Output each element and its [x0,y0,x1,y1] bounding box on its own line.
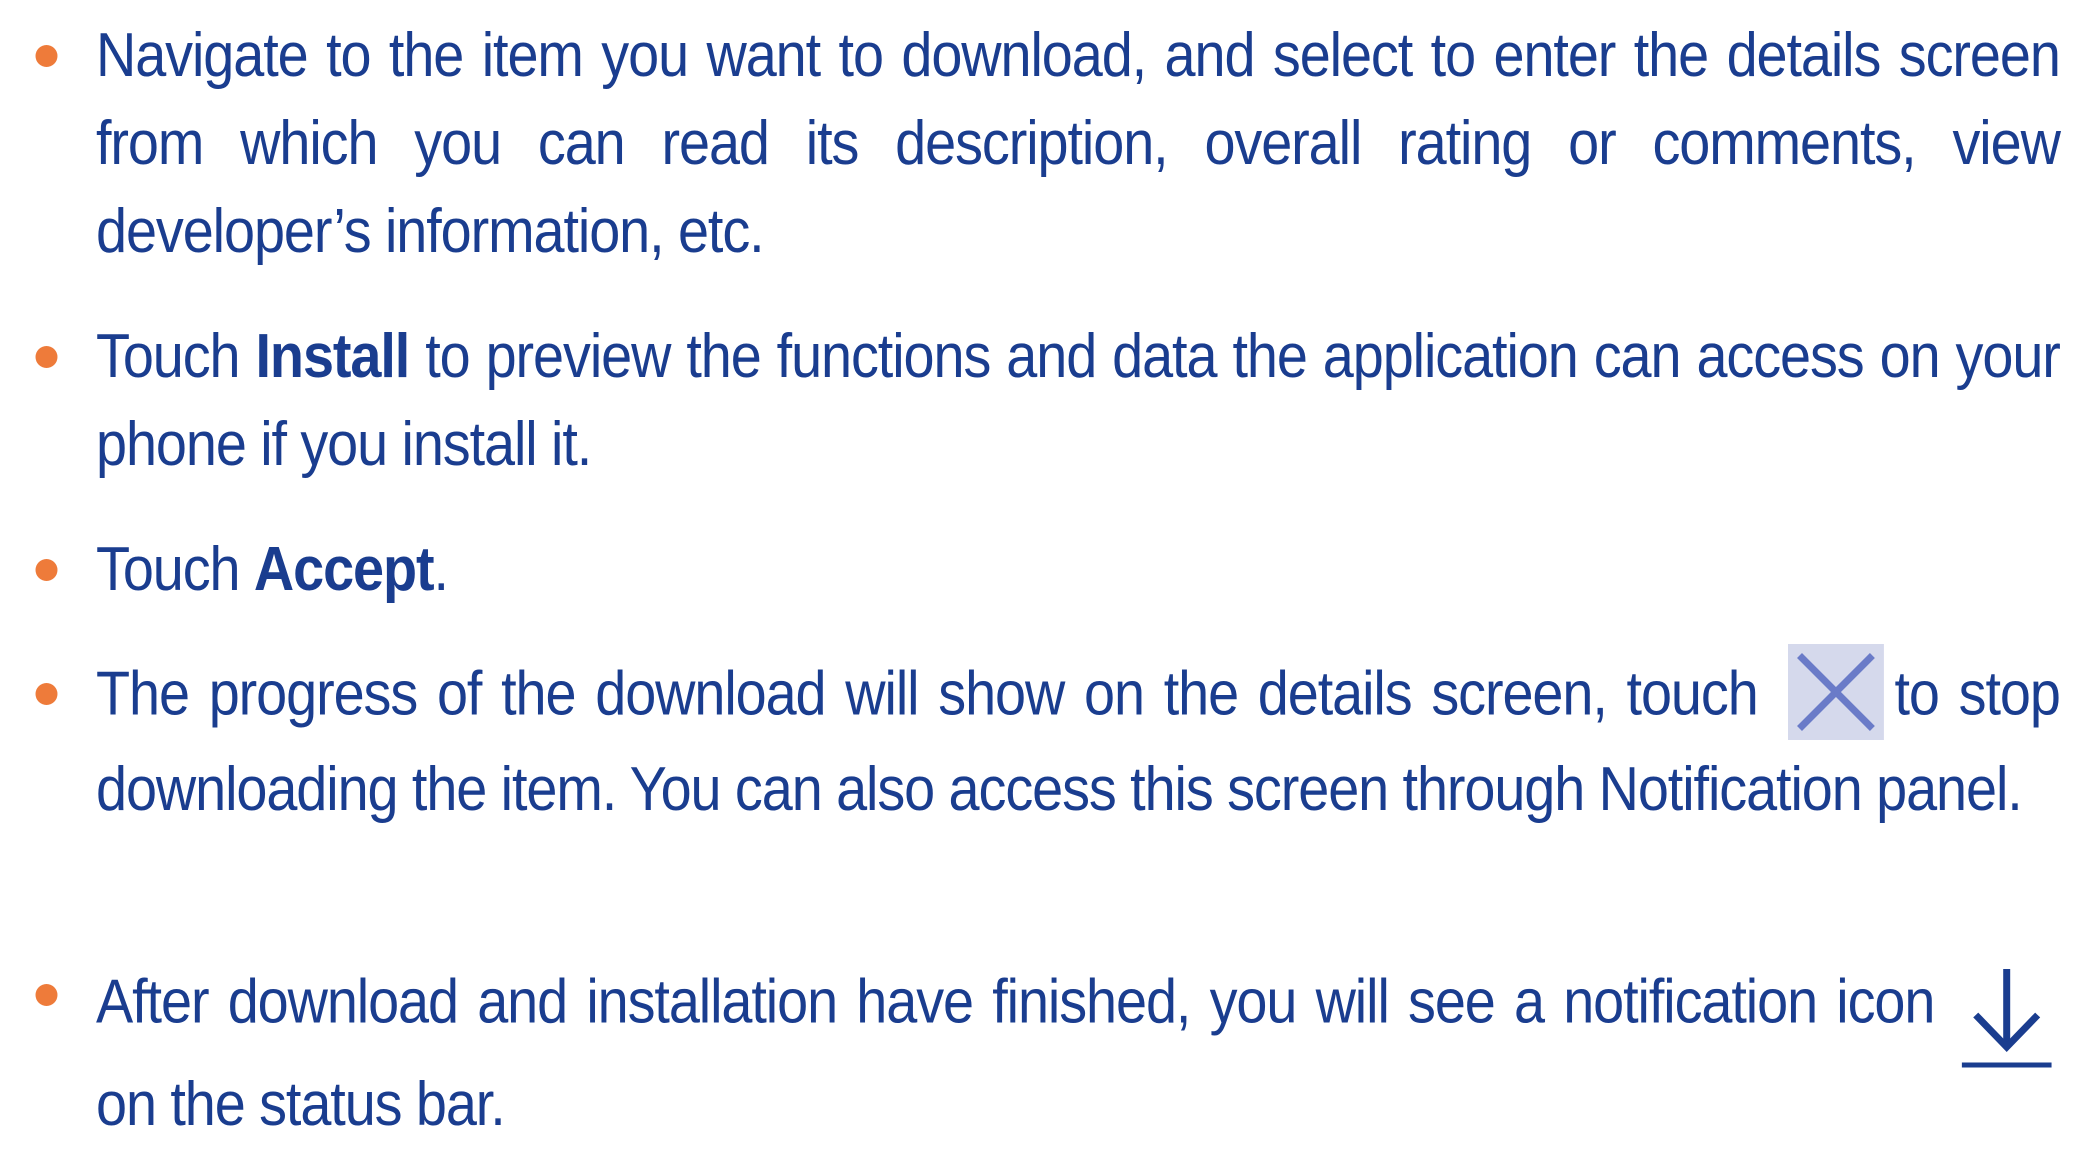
list-item: Navigate to the item you want to downloa… [35,12,2061,276]
item-text-pre: Touch [96,535,254,604]
accept-label: Accept [253,535,435,604]
list-item: Touch Accept. [35,526,2060,614]
install-label: Install [255,322,411,391]
close-icon [1788,644,1885,740]
bullet-dot [35,683,58,705]
download-arrow-icon [1961,961,2052,1071]
instruction-list: Navigate to the item you want to downloa… [0,0,2073,1139]
item-text: After download and installation have fin… [96,951,2060,1149]
list-item: After download and installation have fin… [35,951,2060,1149]
bullet-dot [35,559,58,581]
item-text: The progress of the download will show o… [96,644,2061,834]
item-text-pre: Touch [96,322,256,391]
item-text: Touch Accept. [96,526,2060,614]
item-text: Navigate to the item you want to downloa… [96,21,2061,266]
item-text: Touch Install to preview the functions a… [96,313,2061,489]
bullet-dot [35,984,58,1006]
list-item: Touch Install to preview the functions a… [35,313,2061,489]
bullet-dot [35,346,58,368]
item-text-pre: After download and installation have fin… [96,967,1935,1037]
item-text-post: on the status bar. [96,1070,506,1139]
item-text-post: . [433,535,450,604]
item-text-pre: The progress of the download will show o… [96,659,1759,729]
list-item: The progress of the download will show o… [35,644,2061,834]
bullet-dot [35,45,58,67]
